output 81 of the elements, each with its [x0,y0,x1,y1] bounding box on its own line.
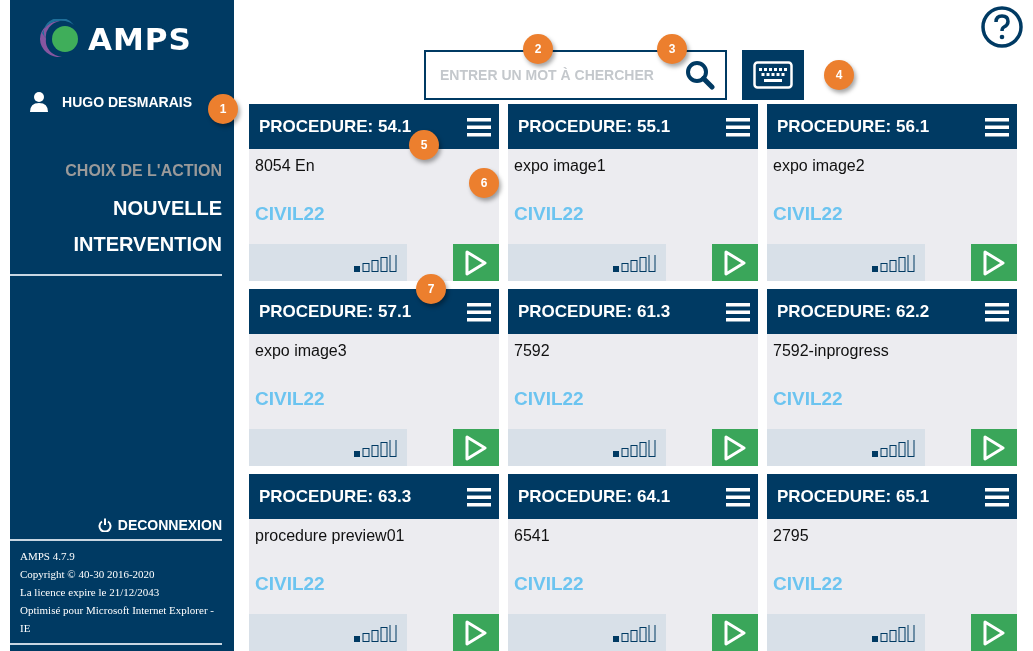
play-icon [982,434,1006,461]
play-button[interactable] [712,244,758,281]
footer-text: La licence expire le 21/12/2043 [20,585,161,600]
procedure-name: expo image2 [773,157,865,175]
menu-button[interactable] [985,301,1009,322]
card-title: PROCEDURE: 64.1 [518,486,671,507]
play-button[interactable] [453,244,499,281]
action-title[interactable]: NOUVELLE INTERVENTION [42,190,222,262]
procedure-name: 7592-inprogress [773,342,889,360]
procedure-tag: CIVIL22 [514,203,584,225]
menu-icon [467,486,491,507]
power-icon [97,518,112,532]
card-title: PROCEDURE: 63.3 [259,486,412,507]
menu-icon [726,116,750,137]
procedure-tag: CIVIL22 [255,203,325,225]
play-button[interactable] [971,614,1017,651]
procedure-tag: CIVIL22 [773,203,843,225]
card-title: PROCEDURE: 65.1 [777,486,930,507]
card-title: PROCEDURE: 56.1 [777,116,930,137]
play-icon [464,249,488,276]
menu-button[interactable] [985,116,1009,137]
menu-button[interactable] [726,301,750,322]
play-icon [723,249,747,276]
play-button[interactable] [712,429,758,466]
play-button[interactable] [453,614,499,651]
play-icon [982,619,1006,646]
card-title: PROCEDURE: 62.2 [777,301,930,322]
card-title: PROCEDURE: 54.1 [259,116,412,137]
footer-text: AMPS 4.7.9 [20,549,76,564]
menu-icon [726,301,750,322]
menu-button[interactable] [467,486,491,507]
keyboard-icon [753,61,793,89]
procedure-name: 7592 [514,342,550,360]
procedure-tag: CIVIL22 [773,573,843,595]
menu-icon [467,301,491,322]
user-icon [30,92,49,112]
play-icon [464,434,488,461]
card-title: PROCEDURE: 57.1 [259,301,412,322]
callout-badge: 2 [523,34,553,64]
procedure-name: 2795 [773,527,809,545]
menu-icon [467,116,491,137]
play-button[interactable] [712,614,758,651]
card-title: PROCEDURE: 55.1 [518,116,671,137]
card-title: PROCEDURE: 61.3 [518,301,671,322]
play-icon [464,619,488,646]
play-button[interactable] [453,429,499,466]
menu-icon [726,486,750,507]
play-icon [723,434,747,461]
procedure-tag: CIVIL22 [514,388,584,410]
menu-button[interactable] [726,486,750,507]
menu-button[interactable] [467,301,491,322]
menu-icon [985,486,1009,507]
footer-text: Copyright © 40-30 2016-2020 [20,567,156,582]
procedure-tag: CIVIL22 [773,388,843,410]
keyboard-button[interactable] [742,50,804,100]
menu-icon [985,116,1009,137]
procedure-name: procedure preview01 [255,527,405,545]
logo-text: AMPS [88,21,192,57]
user-name: HUGO DESMARAIS [62,94,192,110]
logout-link[interactable]: DECONNEXION [117,517,222,533]
section-title: CHOIX DE L'ACTION [64,162,222,180]
search-icon[interactable] [685,60,715,90]
play-button[interactable] [971,244,1017,281]
procedure-name: 6541 [514,527,550,545]
procedure-tag: CIVIL22 [255,573,325,595]
menu-button[interactable] [726,116,750,137]
callout-badge: 4 [824,60,854,90]
help-icon[interactable] [981,6,1023,48]
procedure-name: 8054 En [255,157,315,175]
menu-button[interactable] [985,486,1009,507]
menu-icon [985,301,1009,322]
callout-badge: 3 [657,34,687,64]
procedure-tag: CIVIL22 [514,573,584,595]
play-icon [982,249,1006,276]
play-icon [723,619,747,646]
procedure-name: expo image1 [514,157,606,175]
procedure-tag: CIVIL22 [255,388,325,410]
menu-button[interactable] [467,116,491,137]
procedure-name: expo image3 [255,342,347,360]
footer-text: Optimisé pour Microsoft Internet Explorer - IE [20,603,215,636]
play-button[interactable] [971,429,1017,466]
